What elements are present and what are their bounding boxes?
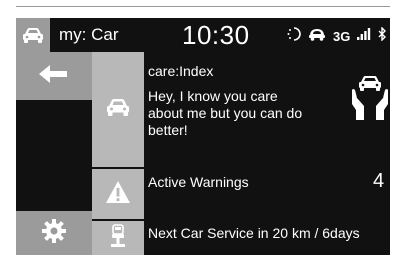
app-title: my: Car: [59, 25, 119, 44]
bluetooth-icon: [378, 25, 387, 46]
top-divider: [16, 6, 390, 7]
content-panel: care:Index Hey, I know you care about me…: [144, 52, 390, 255]
section-icon-strip: [92, 52, 144, 255]
hands-car-icon: [352, 76, 388, 125]
status-icons: 3G: [287, 25, 403, 46]
care-section-tile[interactable]: [92, 52, 144, 167]
app-car-icon[interactable]: [16, 18, 50, 52]
care-message: Hey, I know you care about me but you ca…: [148, 88, 303, 138]
nav-column: [16, 52, 92, 255]
battery-icon: [394, 27, 403, 46]
active-warnings-label[interactable]: Active Warnings: [148, 174, 249, 190]
gear-icon: [42, 218, 66, 248]
clock-time: 10:30: [182, 20, 250, 50]
car-lift-icon: [110, 223, 126, 254]
signal-icon: [357, 27, 371, 45]
settings-button[interactable]: [16, 211, 92, 255]
service-section-tile[interactable]: [92, 221, 144, 255]
car-icon: [105, 97, 131, 122]
back-button[interactable]: [16, 52, 92, 100]
car-connect-icon: [308, 27, 326, 46]
warning-icon: [105, 180, 131, 209]
arrow-left-icon: [39, 64, 69, 89]
brightness-icon: [287, 26, 301, 46]
warnings-section-tile[interactable]: [92, 169, 144, 219]
network-type: 3G: [333, 28, 351, 44]
car-dashboard-screen: my: Car 10:30 3G care:Index Hey, I know …: [16, 18, 403, 255]
active-warnings-count: 4: [373, 170, 385, 192]
care-index-title: care:Index: [148, 63, 214, 79]
next-service-label[interactable]: Next Car Service in 20 km / 6days: [148, 225, 360, 241]
status-bar: my: Car 10:30 3G: [16, 18, 403, 52]
